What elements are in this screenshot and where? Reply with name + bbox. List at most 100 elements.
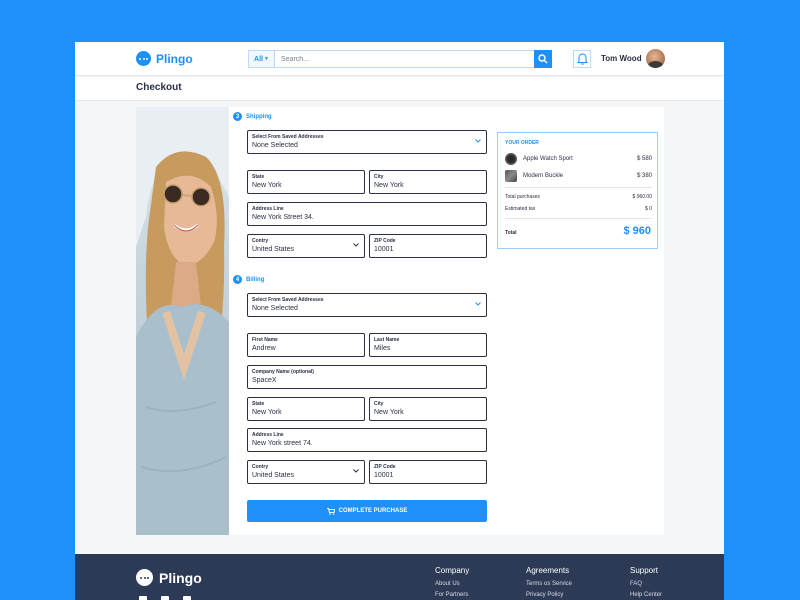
footer-column-title: Company xyxy=(435,566,470,575)
field-value: New York xyxy=(374,409,404,416)
field-value: New York xyxy=(252,182,282,189)
field-value: Miles xyxy=(374,345,391,352)
shipping-state-field[interactable]: State New York xyxy=(247,170,365,194)
woman-portrait-image xyxy=(136,107,229,535)
billing-zip-field[interactable]: ZIP Code 10001 xyxy=(369,460,487,484)
shipping-address-field[interactable]: Address Line New York Street 34. xyxy=(247,202,487,226)
shipping-country-select[interactable]: Contry United States xyxy=(247,234,365,258)
field-value: None Selected xyxy=(252,142,298,149)
checkout-card: 3 Shipping Select From Saved Addresses N… xyxy=(136,107,664,535)
order-item-price: $ 380 xyxy=(636,173,652,179)
order-summary: YOUR ORDER Apple Watch Sport $ 580 Moder… xyxy=(497,132,658,249)
field-label: Contry xyxy=(252,464,269,470)
chat-bubble-icon xyxy=(136,569,153,586)
total-value: $ 960 xyxy=(623,225,651,237)
twitter-icon[interactable] xyxy=(161,596,169,600)
shipping-city-field[interactable]: City New York xyxy=(369,170,487,194)
footer: Plingo Company About Us For Partners Agr… xyxy=(75,554,724,600)
user-name[interactable]: Tom Wood xyxy=(601,54,642,63)
search-icon xyxy=(538,54,548,64)
footer-link[interactable]: About Us xyxy=(435,581,469,587)
billing-section-title: 4 Billing xyxy=(233,275,264,284)
search-category-label: All xyxy=(254,55,263,63)
shipping-zip-field[interactable]: ZIP Code 10001 xyxy=(369,234,487,258)
total-purchases-row: Total purchases $ 960.00 xyxy=(505,194,652,200)
footer-brand-name: Plingo xyxy=(159,569,202,586)
search-bar: All ▼ xyxy=(248,50,552,68)
order-item-price: $ 580 xyxy=(636,156,652,162)
search-category-dropdown[interactable]: All ▼ xyxy=(249,51,275,67)
field-label: Contry xyxy=(252,238,269,244)
row-value: $ 960.00 xyxy=(632,194,652,200)
divider xyxy=(505,187,652,188)
field-value: United States xyxy=(252,472,295,479)
cart-icon xyxy=(326,507,335,515)
field-value: SpaceX xyxy=(252,377,277,384)
order-item: Apple Watch Sport $ 580 xyxy=(505,153,652,165)
row-label: Total purchases xyxy=(505,194,541,200)
bell-icon xyxy=(576,53,588,65)
top-header: Plingo All ▼ Tom Wood xyxy=(75,42,724,76)
section-label: Shipping xyxy=(246,113,272,120)
billing-country-select[interactable]: Contry United States xyxy=(247,460,365,484)
complete-purchase-button[interactable]: COMPLETE PURCHASE xyxy=(247,500,487,522)
button-label: COMPLETE PURCHASE xyxy=(338,508,408,514)
billing-address-field[interactable]: Address Line New York street 74. xyxy=(247,428,487,452)
estimated-tax-row: Estimated tax $ 0 xyxy=(505,206,652,212)
field-label: ZIP Code xyxy=(374,238,396,244)
field-value: New York xyxy=(374,182,404,189)
chevron-down-icon xyxy=(475,302,481,306)
title-bar: Checkout xyxy=(75,77,724,101)
hero-photo xyxy=(136,107,229,535)
order-item-name: Apple Watch Sport xyxy=(523,156,573,162)
field-value: New York xyxy=(252,409,282,416)
footer-link[interactable]: FAQ xyxy=(630,581,662,587)
chevron-down-icon xyxy=(475,139,481,143)
email-icon[interactable] xyxy=(183,596,191,600)
order-summary-title: YOUR ORDER xyxy=(505,140,539,146)
brand-logo[interactable]: Plingo xyxy=(136,51,193,66)
field-label: Last Name xyxy=(374,337,400,343)
brand-name: Plingo xyxy=(156,51,193,66)
field-label: City xyxy=(374,401,384,407)
field-label: Address Line xyxy=(252,206,284,212)
field-value: United States xyxy=(252,246,295,253)
footer-column-agreements: Agreements Terms os Service Privacy Poli… xyxy=(526,566,572,600)
field-value: New York Street 34. xyxy=(252,214,314,221)
field-label: Select From Saved Addresses xyxy=(252,297,324,303)
search-button[interactable] xyxy=(534,50,552,68)
page-title: Checkout xyxy=(136,82,182,93)
facebook-icon[interactable] xyxy=(139,596,147,600)
notifications-button[interactable] xyxy=(573,50,591,68)
step-number: 3 xyxy=(233,112,242,121)
field-value: Andrew xyxy=(252,345,276,352)
billing-company-field[interactable]: Company Name (optional) SpaceX xyxy=(247,365,487,389)
billing-state-field[interactable]: State New York xyxy=(247,397,365,421)
order-item: Modern Buckle $ 380 xyxy=(505,170,652,182)
billing-saved-address-select[interactable]: Select From Saved Addresses None Selecte… xyxy=(247,293,487,317)
watch-thumbnail-icon xyxy=(505,153,517,165)
chevron-down-icon xyxy=(353,243,359,247)
footer-link[interactable]: Privacy Policy xyxy=(526,592,572,598)
chevron-down-icon xyxy=(353,469,359,473)
footer-column-title: Agreements xyxy=(526,566,570,575)
chat-bubble-icon xyxy=(136,51,151,66)
shipping-saved-address-select[interactable]: Select From Saved Addresses None Selecte… xyxy=(247,130,487,154)
field-value: New York street 74. xyxy=(252,440,313,447)
field-label: City xyxy=(374,174,384,180)
footer-link[interactable]: For Partners xyxy=(435,592,469,598)
field-label: ZIP Code xyxy=(374,464,396,470)
field-label: Address Line xyxy=(252,432,284,438)
billing-last-name-field[interactable]: Last Name Miles xyxy=(369,333,487,357)
divider xyxy=(505,218,652,219)
billing-first-name-field[interactable]: First Name Andrew xyxy=(247,333,365,357)
footer-brand-logo[interactable]: Plingo xyxy=(136,569,202,586)
user-avatar[interactable] xyxy=(646,49,665,68)
row-value: $ 0 xyxy=(645,206,652,212)
footer-link[interactable]: Terms os Service xyxy=(526,581,572,587)
search-input[interactable] xyxy=(275,51,534,67)
footer-link[interactable]: Help Center xyxy=(630,592,662,598)
buckle-thumbnail-icon xyxy=(505,170,517,182)
billing-city-field[interactable]: City New York xyxy=(369,397,487,421)
app-window: Plingo All ▼ Tom Wood Check xyxy=(75,42,724,600)
